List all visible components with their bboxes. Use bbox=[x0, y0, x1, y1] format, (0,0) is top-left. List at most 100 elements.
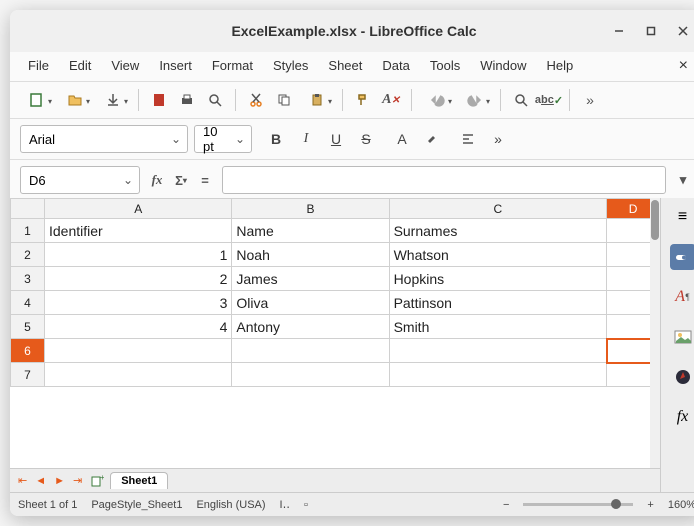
cell[interactable]: Pattinson bbox=[389, 291, 607, 315]
row-header[interactable]: 7 bbox=[11, 363, 45, 387]
cell[interactable] bbox=[45, 363, 232, 387]
cell[interactable]: Identifier bbox=[45, 219, 232, 243]
cell[interactable]: Noah bbox=[232, 243, 389, 267]
redo-button[interactable] bbox=[458, 88, 492, 112]
bold-button[interactable]: B bbox=[264, 127, 288, 151]
spreadsheet-grid[interactable]: A B C D 1IdentifierNameSurnames21NoahWha… bbox=[10, 198, 660, 492]
cell[interactable]: 1 bbox=[45, 243, 232, 267]
spellcheck-button[interactable]: abc✓ bbox=[537, 88, 561, 112]
cell[interactable]: Surnames bbox=[389, 219, 607, 243]
sidebar-navigator-icon[interactable] bbox=[670, 364, 694, 390]
menu-styles[interactable]: Styles bbox=[265, 54, 316, 77]
sheet-tab[interactable]: Sheet1 bbox=[110, 472, 168, 489]
vertical-scrollbar[interactable] bbox=[650, 198, 660, 468]
cell[interactable]: 2 bbox=[45, 267, 232, 291]
menu-help[interactable]: Help bbox=[538, 54, 581, 77]
zoom-level[interactable]: 160% bbox=[668, 499, 694, 511]
menu-data[interactable]: Data bbox=[374, 54, 417, 77]
formula-equals-button[interactable]: = bbox=[194, 169, 216, 191]
cell[interactable]: Smith bbox=[389, 315, 607, 339]
row-header[interactable]: 6 bbox=[11, 339, 45, 363]
sidebar-properties-icon[interactable] bbox=[670, 244, 694, 270]
cell[interactable] bbox=[232, 363, 389, 387]
zoom-in-button[interactable]: + bbox=[647, 499, 653, 511]
close-button[interactable] bbox=[670, 18, 694, 44]
italic-button[interactable]: I bbox=[294, 127, 318, 151]
new-button[interactable] bbox=[20, 88, 54, 112]
add-sheet-button[interactable]: + bbox=[88, 474, 106, 488]
pdf-export-button[interactable] bbox=[147, 88, 171, 112]
cell[interactable]: 3 bbox=[45, 291, 232, 315]
tab-next-icon[interactable]: ► bbox=[52, 475, 67, 487]
menu-file[interactable]: File bbox=[20, 54, 57, 77]
cell[interactable]: Hopkins bbox=[389, 267, 607, 291]
align-left-button[interactable] bbox=[456, 127, 480, 151]
underline-button[interactable]: U bbox=[324, 127, 348, 151]
status-selection-mode-icon[interactable]: ▫ bbox=[304, 499, 308, 511]
sidebar-functions-icon[interactable]: fx bbox=[670, 404, 694, 430]
sidebar-styles-icon[interactable]: A¶ bbox=[670, 284, 694, 310]
cell[interactable]: Antony bbox=[232, 315, 389, 339]
status-language[interactable]: English (USA) bbox=[196, 499, 265, 511]
menu-insert[interactable]: Insert bbox=[151, 54, 200, 77]
clear-formatting-button[interactable]: A✕ bbox=[379, 88, 403, 112]
find-button[interactable] bbox=[509, 88, 533, 112]
save-button[interactable] bbox=[96, 88, 130, 112]
status-pagestyle[interactable]: PageStyle_Sheet1 bbox=[91, 499, 182, 511]
clone-formatting-button[interactable] bbox=[351, 88, 375, 112]
font-name-select[interactable]: Arial bbox=[20, 125, 188, 153]
print-preview-button[interactable] bbox=[203, 88, 227, 112]
formula-expand-icon[interactable]: ▾ bbox=[672, 169, 694, 191]
col-header-C[interactable]: C bbox=[389, 199, 607, 219]
cell[interactable]: Name bbox=[232, 219, 389, 243]
row-header[interactable]: 4 bbox=[11, 291, 45, 315]
font-size-select[interactable]: 10 pt bbox=[194, 125, 252, 153]
highlight-color-button[interactable] bbox=[420, 127, 444, 151]
menu-view[interactable]: View bbox=[103, 54, 147, 77]
cell[interactable] bbox=[45, 339, 232, 363]
toolbar-chevron-icon[interactable]: » bbox=[578, 88, 602, 112]
row-header[interactable]: 1 bbox=[11, 219, 45, 243]
cell[interactable] bbox=[232, 339, 389, 363]
print-button[interactable] bbox=[175, 88, 199, 112]
sum-button[interactable]: Σ▾ bbox=[170, 169, 192, 191]
cell[interactable]: Whatson bbox=[389, 243, 607, 267]
minimize-button[interactable] bbox=[606, 18, 632, 44]
menu-tools[interactable]: Tools bbox=[422, 54, 468, 77]
cut-button[interactable] bbox=[244, 88, 268, 112]
cell[interactable]: James bbox=[232, 267, 389, 291]
menubar-close-icon[interactable]: × bbox=[673, 55, 694, 77]
menu-edit[interactable]: Edit bbox=[61, 54, 99, 77]
function-wizard-button[interactable]: fx bbox=[146, 169, 168, 191]
tab-prev-icon[interactable]: ◄ bbox=[33, 475, 48, 487]
col-header-A[interactable]: A bbox=[45, 199, 232, 219]
strikethrough-button[interactable]: S bbox=[354, 127, 378, 151]
menu-sheet[interactable]: Sheet bbox=[320, 54, 370, 77]
cell-reference-input[interactable]: D6 bbox=[20, 166, 140, 194]
row-header[interactable]: 5 bbox=[11, 315, 45, 339]
open-button[interactable] bbox=[58, 88, 92, 112]
undo-button[interactable] bbox=[420, 88, 454, 112]
cell[interactable]: 4 bbox=[45, 315, 232, 339]
tab-last-icon[interactable]: ⇥ bbox=[71, 474, 84, 487]
select-all-corner[interactable] bbox=[11, 199, 45, 219]
zoom-out-button[interactable]: − bbox=[503, 499, 509, 511]
row-header[interactable]: 2 bbox=[11, 243, 45, 267]
tab-first-icon[interactable]: ⇤ bbox=[16, 474, 29, 487]
cell[interactable] bbox=[389, 363, 607, 387]
formatting-chevron-icon[interactable]: » bbox=[486, 127, 510, 151]
status-insert-mode-icon[interactable]: I‥ bbox=[280, 498, 290, 511]
sidebar-settings-icon[interactable]: ≡ bbox=[670, 204, 694, 230]
paste-button[interactable] bbox=[300, 88, 334, 112]
copy-button[interactable] bbox=[272, 88, 296, 112]
cell[interactable] bbox=[389, 339, 607, 363]
cell[interactable]: Oliva bbox=[232, 291, 389, 315]
font-color-button[interactable]: A bbox=[390, 127, 414, 151]
menu-format[interactable]: Format bbox=[204, 54, 261, 77]
menu-window[interactable]: Window bbox=[472, 54, 534, 77]
col-header-B[interactable]: B bbox=[232, 199, 389, 219]
formula-input[interactable] bbox=[222, 166, 666, 194]
sidebar-gallery-icon[interactable] bbox=[670, 324, 694, 350]
row-header[interactable]: 3 bbox=[11, 267, 45, 291]
maximize-button[interactable] bbox=[638, 18, 664, 44]
